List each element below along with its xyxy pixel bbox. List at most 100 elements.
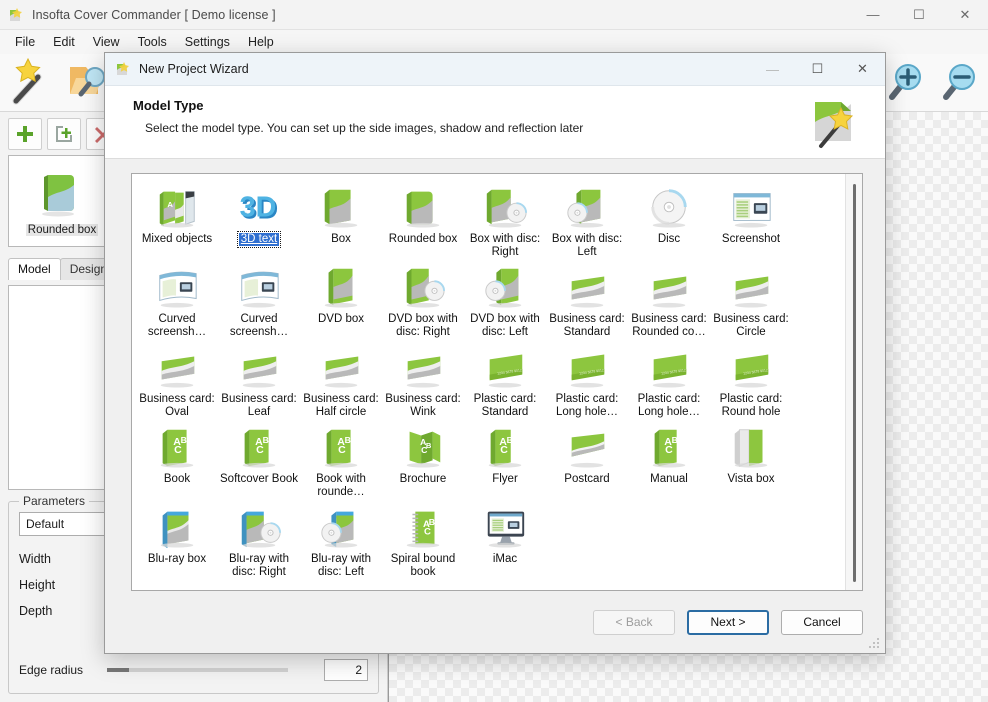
model-grid-item[interactable]: A B C Book [136,422,218,502]
model-grid-item[interactable]: DVD box with disc: Left [464,262,546,342]
model-grid-item-label-wrap: Manual [629,473,709,486]
model-grid-item-label-wrap: Plastic card: Long hole… [629,393,709,419]
business-card-circle-icon [721,266,781,310]
edge-radius-row: Edge radius 2 [19,659,368,681]
model-grid-item-label: Disc [657,233,681,245]
edge-radius-slider[interactable] [106,668,288,672]
model-grid-item[interactable]: Business card: Leaf [218,342,300,422]
model-grid-item[interactable]: 1234 5678 9012 Plastic card: Long hole… [546,342,628,422]
model-grid-item[interactable]: A B C Book with rounde… [300,422,382,502]
model-grid-item[interactable]: DVD box [300,262,382,342]
model-grid-item-label: Business card: Circle [713,313,789,338]
model-grid-item-label: Business card: Wink [385,393,461,418]
model-grid-item-label-wrap: DVD box [301,313,381,326]
duplicate-object-button[interactable] [47,118,81,150]
model-grid-item-label: Plastic card: Long hole… [555,393,619,418]
plastic-card-long-hole-icon: 1234 5678 9012 [557,346,617,390]
model-grid-item-label-wrap: Business card: Half circle [301,393,381,419]
app-minimize-button[interactable]: — [850,0,896,30]
model-grid-item-label-wrap: DVD box with disc: Right [383,313,463,339]
zoom-in-tool[interactable] [880,57,934,109]
model-grid-item-label-wrap: Blu-ray with disc: Left [301,553,381,579]
model-grid-item[interactable]: Box with disc: Left [546,182,628,262]
model-grid-item[interactable]: A Mixed objects [136,182,218,262]
object-item-rounded-box[interactable]: Rounded box [15,167,109,236]
model-grid-item[interactable]: Rounded box [382,182,464,262]
model-grid-item[interactable]: Blu-ray with disc: Left [300,502,382,582]
model-grid-item[interactable]: Business card: Oval [136,342,218,422]
menu-settings[interactable]: Settings [176,32,239,52]
wizard-minimize-button[interactable]: — [750,53,795,86]
model-grid-item-label-wrap: Business card: Leaf [219,393,299,419]
model-grid-item-label-wrap: Business card: Standard [547,313,627,339]
flyer-icon: A B C [475,426,535,470]
model-grid-item-label-wrap: Box [301,233,381,246]
add-object-button[interactable] [8,118,42,150]
app-maximize-button[interactable]: ☐ [896,0,942,30]
menu-tools[interactable]: Tools [129,32,176,52]
model-grid-scrollbar[interactable] [845,174,862,590]
model-grid-item[interactable]: Disc [628,182,710,262]
menu-edit[interactable]: Edit [44,32,84,52]
menu-file[interactable]: File [6,32,44,52]
disc-icon [639,186,699,230]
model-grid-item[interactable]: A B C Softcover Book [218,422,300,502]
svg-text:C: C [500,444,508,456]
new-project-wizard-tool[interactable] [6,57,60,109]
model-grid-item-label-wrap: Screenshot [711,233,791,246]
menu-view[interactable]: View [84,32,129,52]
object-item-label: Rounded box [25,223,99,236]
model-grid-item[interactable]: 1234 5678 9012 Plastic card: Standard [464,342,546,422]
model-grid-item-label: Manual [650,473,688,485]
zoom-out-tool[interactable] [934,57,988,109]
model-grid-item[interactable]: DVD box with disc: Right [382,262,464,342]
model-grid-item[interactable]: Business card: Circle [710,262,792,342]
model-type-grid[interactable]: A Mixed objects 3D 3D 3D text Box Rounded… [132,174,845,590]
model-grid-item[interactable]: 3D 3D 3D text [218,182,300,262]
model-grid-item[interactable]: A B C Manual [628,422,710,502]
model-grid-item-label-wrap: 3D text [236,231,282,248]
model-grid-item[interactable]: Vista box [710,422,792,502]
model-grid-item[interactable]: A B C Brochure [382,422,464,502]
svg-text:C: C [338,444,346,456]
model-grid-item[interactable]: A B C Flyer [464,422,546,502]
model-grid-item[interactable]: Postcard [546,422,628,502]
back-button[interactable]: < Back [593,609,675,635]
model-grid-scrollbar-thumb[interactable] [853,184,856,582]
next-button[interactable]: Next > [687,609,769,635]
model-grid-item[interactable]: Business card: Half circle [300,342,382,422]
cancel-button[interactable]: Cancel [781,609,863,635]
model-grid-item[interactable]: Curved screensh… [136,262,218,342]
manual-icon: A B C [639,426,699,470]
plastic-card-long-hole-2-icon: 1234 5678 9012 [639,346,699,390]
model-grid-item-label: Curved screensh… [229,313,289,338]
resize-grip-icon[interactable] [869,638,881,650]
model-grid-item[interactable]: Curved screensh… [218,262,300,342]
model-grid-item[interactable]: 1234 5678 9012 Plastic card: Round hole [710,342,792,422]
model-grid-item[interactable]: Blu-ray with disc: Right [218,502,300,582]
tab-model[interactable]: Model [8,258,61,280]
model-grid-item[interactable]: Blu-ray box [136,502,218,582]
model-grid-item-label-wrap: Brochure [383,473,463,486]
model-grid-item[interactable]: iMac [464,502,546,582]
model-grid-item[interactable]: 1234 5678 9012 Plastic card: Long hole… [628,342,710,422]
model-grid-item[interactable]: Screenshot [710,182,792,262]
mixed-objects-icon: A [147,186,207,230]
model-grid-item[interactable]: Business card: Rounded co… [628,262,710,342]
app-close-button[interactable]: ✕ [942,0,988,30]
model-grid-item-label: Plastic card: Long hole… [637,393,701,418]
model-grid-item[interactable]: Business card: Standard [546,262,628,342]
menu-help[interactable]: Help [239,32,283,52]
edge-radius-slider-fill [106,668,129,672]
dvd-box-icon [311,266,371,310]
edge-radius-value[interactable]: 2 [323,659,368,681]
model-grid-item[interactable]: Box [300,182,382,262]
model-grid-item-label-wrap: Vista box [711,473,791,486]
model-grid-item-label: Mixed objects [141,233,213,245]
wizard-maximize-button[interactable]: ☐ [795,53,840,86]
model-grid-item[interactable]: Box with disc: Right [464,182,546,262]
model-grid-item[interactable]: A B C Spiral bound book [382,502,464,582]
wizard-close-button[interactable]: ✕ [840,53,885,86]
model-grid-item[interactable]: Business card: Wink [382,342,464,422]
curved-screenshot-2-icon [229,266,289,310]
